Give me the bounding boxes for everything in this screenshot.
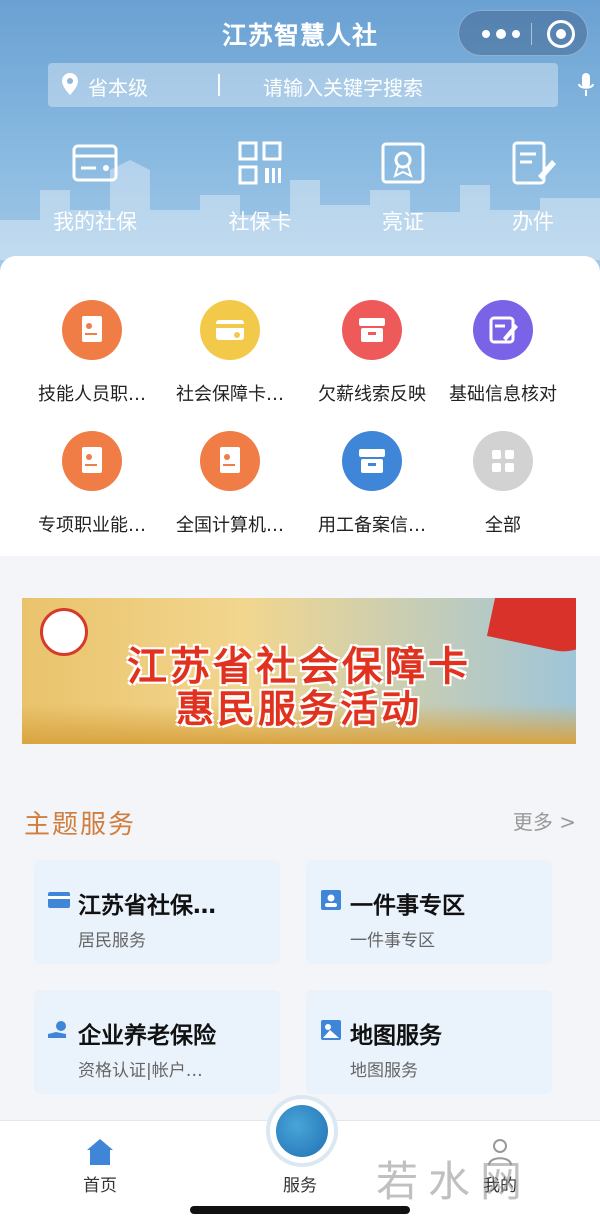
quick-link-label: 我的社保 [53, 210, 137, 234]
map-icon [321, 1020, 341, 1040]
theme-card-pension[interactable]: 企业养老保险 资格认证|帐户… [34, 990, 280, 1094]
service-employment-filing[interactable]: 用工备案信… [297, 431, 447, 537]
more-link[interactable]: 更多 > [513, 806, 576, 835]
title-bar: 江苏智慧人社 [0, 0, 600, 66]
service-label: 用工备案信… [318, 515, 426, 536]
service-label: 基础信息核对 [449, 384, 557, 405]
service-national-computer[interactable]: 全国计算机… [155, 431, 305, 537]
card-title: 江苏省社保… [78, 893, 216, 919]
service-label: 社会保障卡… [176, 384, 284, 405]
quick-links: 我的社保 社保卡 亮证 办件 [0, 140, 600, 240]
quick-link-handling[interactable]: 办件 [468, 140, 598, 236]
promo-banner[interactable]: 江苏省社会保障卡 惠民服务活动 [22, 598, 576, 744]
divider [218, 74, 220, 96]
certificate-icon [381, 142, 425, 184]
qrcode-icon [238, 141, 282, 185]
quick-link-my-social-security[interactable]: 我的社保 [30, 140, 160, 236]
service-label: 专项职业能… [38, 515, 146, 536]
quick-link-label: 社保卡 [228, 210, 292, 234]
section-title: 主题服务 [24, 810, 137, 840]
certificate-icon [62, 300, 122, 360]
close-target-icon[interactable] [547, 20, 575, 48]
quick-link-label: 办件 [512, 210, 554, 234]
microphone-icon[interactable] [578, 73, 594, 97]
banner-subtitle: 惠民服务活动 [175, 687, 422, 731]
service-label: 全部 [485, 515, 521, 536]
edit-document-icon [512, 141, 556, 185]
quick-link-social-card[interactable]: 社保卡 [195, 140, 325, 236]
services-center-icon[interactable] [270, 1099, 334, 1163]
card-subtitle: 地图服务 [350, 1061, 418, 1081]
service-label: 全国计算机… [176, 515, 284, 536]
tab-label: 服务 [283, 1176, 317, 1196]
theme-card-jiangsu-social[interactable]: 江苏省社保… 居民服务 [34, 860, 280, 964]
inbox-icon [342, 431, 402, 491]
card-icon [200, 300, 260, 360]
theme-card-one-thing[interactable]: 一件事专区 一件事专区 [306, 860, 552, 964]
card-icon [72, 144, 118, 182]
service-label: 技能人员职… [38, 384, 146, 405]
quick-link-show-certificate[interactable]: 亮证 [338, 140, 468, 236]
card-subtitle: 居民服务 [78, 931, 146, 951]
card-title: 一件事专区 [350, 893, 465, 919]
service-grid: 技能人员职… 社会保障卡… 欠薪线索反映 基础信息核对 专项职业能… 全国计算机… [0, 256, 600, 556]
inbox-icon [342, 300, 402, 360]
card-icon [48, 892, 70, 908]
card-subtitle: 资格认证|帐户… [78, 1061, 203, 1081]
search-input[interactable]: 请输入关键字搜索 [263, 72, 423, 101]
service-all[interactable]: 全部 [428, 431, 578, 537]
service-skill-personnel[interactable]: 技能人员职… [17, 300, 167, 406]
home-indicator [190, 1206, 410, 1214]
certificate-icon [200, 431, 260, 491]
more-icon[interactable] [479, 11, 523, 57]
edit-icon [473, 300, 533, 360]
home-icon [87, 1139, 113, 1165]
hand-coin-icon [48, 1021, 66, 1038]
miniprogram-capsule [458, 10, 588, 56]
theme-section-header: 主题服务 更多 > [24, 800, 576, 840]
search-bar[interactable]: 省本级 请输入关键字搜索 [48, 63, 594, 107]
card-title: 地图服务 [350, 1023, 442, 1049]
service-wage-arrears[interactable]: 欠薪线索反映 [297, 300, 447, 406]
theme-card-map[interactable]: 地图服务 地图服务 [306, 990, 552, 1094]
grid-icon [473, 431, 533, 491]
region-selector[interactable]: 省本级 [88, 72, 148, 101]
service-special-vocational[interactable]: 专项职业能… [17, 431, 167, 537]
location-pin-icon [62, 73, 78, 95]
tab-home[interactable]: 首页 [40, 1137, 160, 1196]
service-label: 欠薪线索反映 [318, 384, 426, 405]
watermark: 若水网 [376, 1157, 533, 1206]
service-info-check[interactable]: 基础信息核对 [428, 300, 578, 406]
quick-link-label: 亮证 [382, 210, 424, 234]
certificate-icon [62, 431, 122, 491]
service-social-card[interactable]: 社会保障卡… [155, 300, 305, 406]
tab-label: 首页 [83, 1176, 117, 1196]
card-subtitle: 一件事专区 [350, 931, 435, 951]
person-card-icon [321, 890, 341, 910]
card-title: 企业养老保险 [78, 1023, 216, 1049]
tab-services[interactable]: 服务 [240, 1171, 360, 1196]
